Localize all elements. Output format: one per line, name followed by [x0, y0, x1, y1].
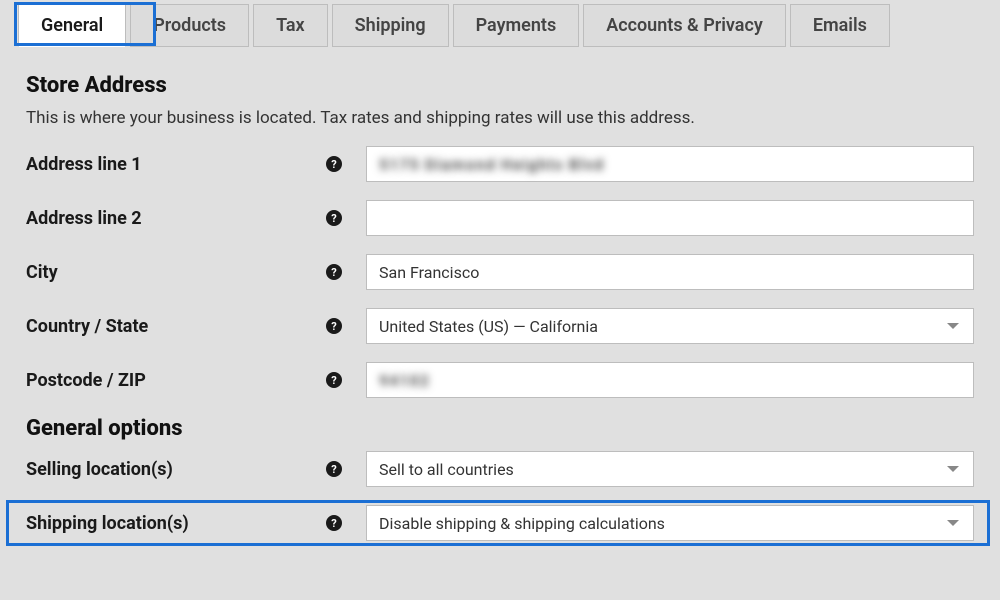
settings-content: Store Address This is where your busines…: [0, 47, 1000, 541]
select-country-value: United States (US) — California: [379, 317, 598, 336]
help-icon[interactable]: ?: [326, 264, 342, 280]
select-shipping-value: Disable shipping & shipping calculations: [379, 514, 665, 533]
select-country-state[interactable]: United States (US) — California: [366, 308, 974, 344]
label-address1: Address line 1: [26, 154, 326, 175]
row-zip: Postcode / ZIP ? 94102: [26, 362, 974, 398]
tab-products[interactable]: Products: [130, 4, 249, 47]
label-city: City: [26, 262, 326, 283]
chevron-down-icon: [947, 323, 959, 329]
tab-shipping[interactable]: Shipping: [332, 4, 449, 47]
chevron-down-icon: [947, 466, 959, 472]
row-address1: Address line 1 ? 5175 Diamond Heights Bl…: [26, 146, 974, 182]
help-icon[interactable]: ?: [326, 515, 342, 531]
general-options-heading: General options: [26, 416, 974, 441]
store-address-desc: This is where your business is located. …: [26, 108, 974, 128]
row-country: Country / State ? United States (US) — C…: [26, 308, 974, 344]
tab-payments[interactable]: Payments: [453, 4, 580, 47]
label-selling-locations: Selling location(s): [26, 459, 326, 480]
help-icon[interactable]: ?: [326, 210, 342, 226]
tab-general[interactable]: General: [18, 4, 126, 47]
input-city[interactable]: San Francisco: [366, 254, 974, 290]
chevron-down-icon: [947, 520, 959, 526]
label-shipping-locations: Shipping location(s): [26, 513, 326, 534]
select-shipping-locations[interactable]: Disable shipping & shipping calculations: [366, 505, 974, 541]
row-city: City ? San Francisco: [26, 254, 974, 290]
row-selling-locations: Selling location(s) ? Sell to all countr…: [26, 451, 974, 487]
tab-emails[interactable]: Emails: [790, 4, 890, 47]
settings-tabs: General Products Tax Shipping Payments A…: [0, 0, 1000, 47]
select-selling-value: Sell to all countries: [379, 460, 514, 479]
select-selling-locations[interactable]: Sell to all countries: [366, 451, 974, 487]
tab-tax[interactable]: Tax: [253, 4, 328, 47]
input-address1[interactable]: 5175 Diamond Heights Blvd: [366, 146, 974, 182]
help-icon[interactable]: ?: [326, 318, 342, 334]
help-icon[interactable]: ?: [326, 156, 342, 172]
tab-accounts-privacy[interactable]: Accounts & Privacy: [583, 4, 786, 47]
help-icon[interactable]: ?: [326, 461, 342, 477]
store-address-heading: Store Address: [26, 73, 974, 98]
row-shipping-locations: Shipping location(s) ? Disable shipping …: [26, 505, 974, 541]
label-address2: Address line 2: [26, 208, 326, 229]
label-zip: Postcode / ZIP: [26, 370, 326, 391]
input-address2[interactable]: [366, 200, 974, 236]
label-country: Country / State: [26, 316, 326, 337]
row-address2: Address line 2 ?: [26, 200, 974, 236]
input-zip[interactable]: 94102: [366, 362, 974, 398]
help-icon[interactable]: ?: [326, 372, 342, 388]
